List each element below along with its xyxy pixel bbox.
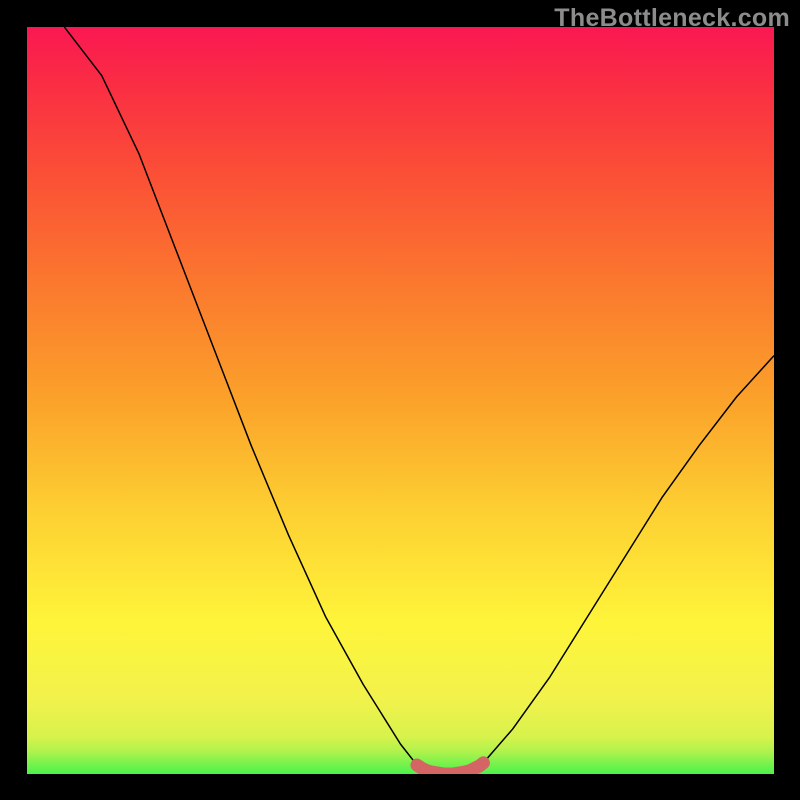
chart-svg xyxy=(27,27,774,774)
plot-area xyxy=(27,27,774,774)
chart-frame: TheBottleneck.com xyxy=(0,0,800,800)
gradient-background xyxy=(27,27,774,774)
